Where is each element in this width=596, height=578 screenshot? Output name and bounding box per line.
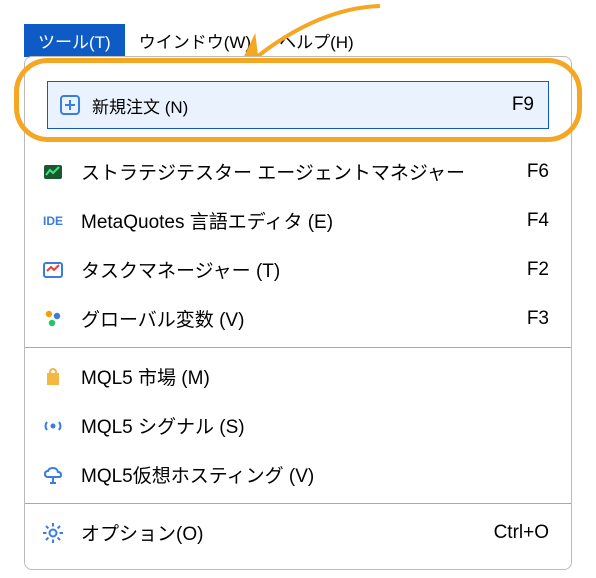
menu-label: ストラテジテスター エージェントマネジャー bbox=[81, 158, 527, 185]
menu-label: 新規注文 (N) bbox=[92, 93, 512, 118]
separator bbox=[25, 503, 571, 504]
menu-shortcut: F2 bbox=[527, 259, 549, 281]
menu-task-manager[interactable]: タスクマネージャー (T) F2 bbox=[25, 245, 571, 294]
menu-shortcut: F9 bbox=[512, 94, 534, 116]
menu-shortcut: F6 bbox=[527, 161, 549, 183]
menu-label: MetaQuotes 言語エディタ (E) bbox=[81, 207, 527, 234]
menu-new-order[interactable]: 新規注文 (N) F9 bbox=[47, 81, 549, 129]
menu-shortcut: F3 bbox=[527, 308, 549, 330]
task-manager-icon bbox=[39, 256, 67, 284]
menu-mql5-signal[interactable]: MQL5 シグナル (S) bbox=[25, 401, 571, 450]
menubar-help[interactable]: ヘルプ(H) bbox=[265, 24, 368, 57]
tools-dropdown: 新規注文 (N) F9 ストラテジテスター エージェントマネジャー F6 IDE… bbox=[24, 56, 572, 570]
menu-options[interactable]: オプション(O) Ctrl+O bbox=[25, 508, 571, 557]
new-order-icon bbox=[56, 91, 84, 119]
menu-mql5-market[interactable]: MQL5 市場 (M) bbox=[25, 352, 571, 401]
menubar: ツール(T) ウインドウ(W) ヘルプ(H) bbox=[24, 24, 572, 56]
menu-strategy-tester[interactable]: ストラテジテスター エージェントマネジャー F6 bbox=[25, 147, 571, 196]
strategy-tester-icon bbox=[39, 158, 67, 186]
market-icon bbox=[39, 363, 67, 391]
menu-label: MQL5仮想ホスティング (V) bbox=[81, 461, 549, 488]
separator bbox=[25, 347, 571, 348]
ide-icon: IDE bbox=[39, 207, 67, 235]
menu-label: タスクマネージャー (T) bbox=[81, 256, 527, 283]
global-vars-icon bbox=[39, 305, 67, 333]
menu-global-variables[interactable]: グローバル変数 (V) F3 bbox=[25, 294, 571, 343]
menu-shortcut: F4 bbox=[527, 210, 549, 232]
menubar-tools[interactable]: ツール(T) bbox=[24, 24, 125, 57]
menubar-window[interactable]: ウインドウ(W) bbox=[125, 24, 265, 57]
menu-label: オプション(O) bbox=[81, 519, 494, 546]
menu-label: グローバル変数 (V) bbox=[81, 305, 527, 332]
menu-mql5-hosting[interactable]: MQL5仮想ホスティング (V) bbox=[25, 450, 571, 499]
signal-icon bbox=[39, 412, 67, 440]
hosting-icon bbox=[39, 461, 67, 489]
menu-label: MQL5 シグナル (S) bbox=[81, 412, 549, 439]
menu-metaeditor[interactable]: IDE MetaQuotes 言語エディタ (E) F4 bbox=[25, 196, 571, 245]
gear-icon bbox=[39, 519, 67, 547]
menu-label: MQL5 市場 (M) bbox=[81, 363, 549, 390]
menu-shortcut: Ctrl+O bbox=[494, 522, 549, 544]
